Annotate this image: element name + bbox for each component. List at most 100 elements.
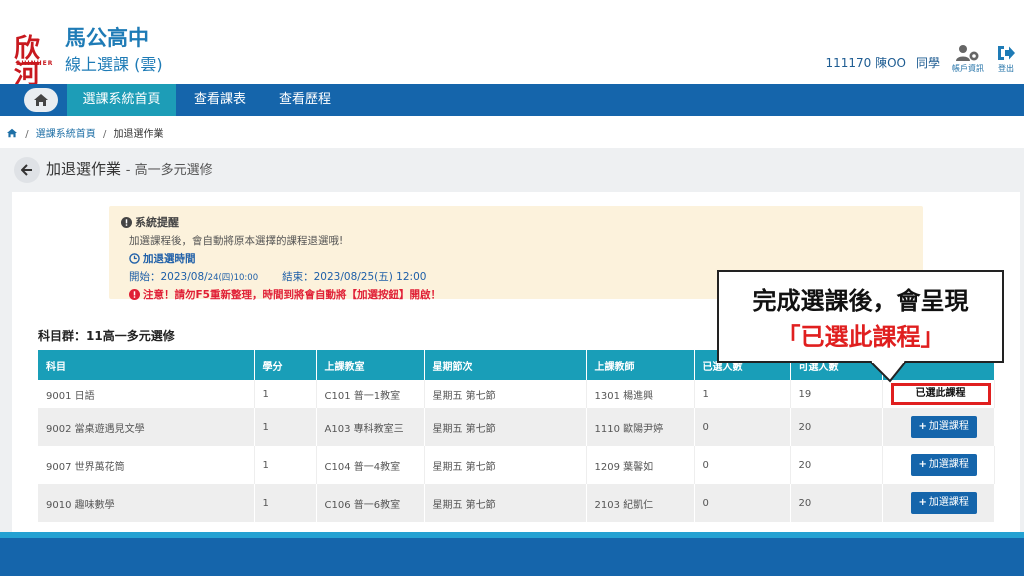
cell-action: + 加選課程 [882, 484, 995, 522]
nav-course-home[interactable]: 選課系統首頁 [67, 84, 176, 116]
add-course-button[interactable]: + 加選課程 [910, 492, 977, 514]
user-id-name: 111170 陳OO [825, 56, 906, 70]
notice-time-heading-row: 加退選時間 [129, 250, 923, 268]
cell-selected-count: 0 [694, 408, 791, 446]
col-header-teacher[interactable]: 上課教師 [586, 350, 695, 380]
cell-room: C101 普一1教室 [316, 380, 425, 408]
page-title: 加退選作業 - 高一多元選修 [46, 158, 213, 182]
cell-period: 星期五 第七節 [424, 446, 587, 484]
cell-credit: 1 [254, 446, 317, 484]
subject-group-label: 科目群：11高一多元選修 [38, 329, 175, 343]
callout-annotation: 完成選課後，會呈現 「已選此課程」 [717, 270, 1004, 363]
notice-line1: 加選課程後，會自動將原本選擇的課程退選哦! [129, 235, 344, 247]
add-course-label: 加選課程 [928, 497, 969, 508]
cell-capacity: 20 [790, 484, 883, 522]
table-row: 9007 世界萬花筒 1 C104 普一4教室 星期五 第七節 1209 葉馨如… [38, 446, 995, 484]
sign-out-icon [998, 46, 1015, 60]
cell-capacity: 19 [790, 380, 883, 408]
logo-subtext: SHINHER [16, 60, 54, 67]
cell-credit: 1 [254, 380, 317, 408]
cell-selected-count: 0 [694, 484, 791, 522]
home-icon [34, 94, 48, 106]
notice-warning: 注意！請勿F5重新整理，時間到將會自動將【加選按鈕】開啟！ [143, 289, 441, 301]
cell-teacher: 1209 葉馨如 [586, 446, 695, 484]
nav-view-history[interactable]: 查看歷程 [268, 84, 342, 116]
col-header-room[interactable]: 上課教室 [316, 350, 425, 380]
account-info-label: 帳戶資訊 [952, 64, 984, 73]
notice-start-label: 開始：2023/08/ [129, 271, 208, 283]
breadcrumb-course-home[interactable]: 選課系統首頁 [36, 129, 96, 140]
notice-title-row: 系統提醒 [121, 214, 923, 232]
exclamation-circle-icon [121, 217, 132, 228]
selected-course-badge: 已選此課程 [890, 383, 991, 405]
warning-circle-icon [129, 289, 140, 300]
cell-period: 星期五 第七節 [424, 484, 587, 522]
account-info-button[interactable]: 帳戶資訊 [950, 44, 986, 80]
cell-capacity: 20 [790, 446, 883, 484]
cell-teacher: 1301 楊進興 [586, 380, 695, 408]
callout-pointer [869, 361, 907, 383]
cell-period: 星期五 第七節 [424, 380, 587, 408]
add-course-button[interactable]: + 加選課程 [910, 416, 977, 438]
shinher-logo: 欣河 SHINHER [14, 36, 60, 88]
cell-period: 星期五 第七節 [424, 408, 587, 446]
notice-time-heading: 加退選時間 [143, 253, 196, 265]
cell-action: 已選此課程 [882, 380, 995, 408]
cell-subject: 9001 日語 [38, 380, 255, 408]
cell-selected-count: 0 [694, 446, 791, 484]
user-role: 同學 [915, 56, 940, 70]
breadcrumb-separator: / [102, 129, 107, 140]
callout-line2: 「已選此課程」 [776, 323, 945, 351]
home-button[interactable] [24, 88, 58, 112]
breadcrumb: / 選課系統首頁 / 加退選作業 [0, 124, 1024, 146]
school-name: 馬公高中 [65, 26, 149, 50]
page-subtitle: - 高一多元選修 [125, 163, 213, 178]
logout-label: 登出 [998, 64, 1014, 73]
table-row: 9010 趣味數學 1 C106 普一6教室 星期五 第七節 2103 紀凱仁 … [38, 484, 995, 522]
breadcrumb-current: 加退選作業 [113, 129, 164, 140]
page-title-main: 加退選作業 [46, 160, 122, 178]
arrow-left-icon [21, 164, 32, 176]
col-header-credit[interactable]: 學分 [254, 350, 317, 380]
cell-credit: 1 [254, 484, 317, 522]
cell-room: A103 專科教室三 [316, 408, 425, 446]
notice-title: 系統提醒 [135, 216, 179, 229]
cell-subject: 9002 當桌遊遇見文學 [38, 408, 255, 446]
cell-credit: 1 [254, 408, 317, 446]
bottom-bar [0, 532, 1024, 576]
notice-start-small: 24(四)10:00 [207, 273, 259, 283]
cell-teacher: 1110 歐陽尹婷 [586, 408, 695, 446]
breadcrumb-separator: / [25, 129, 29, 140]
callout-line1: 完成選課後，會呈現 [752, 287, 969, 315]
add-course-label: 加選課程 [928, 421, 969, 432]
clock-icon [129, 253, 140, 264]
cell-capacity: 20 [790, 408, 883, 446]
back-button[interactable] [14, 157, 40, 183]
user-info: 111170 陳OO 同學 [825, 55, 940, 71]
nav-view-timetable[interactable]: 查看課表 [183, 84, 257, 116]
col-header-subject[interactable]: 科目 [38, 350, 255, 380]
logout-button[interactable]: 登出 [988, 44, 1024, 80]
system-name: 線上選課 (雲) [65, 55, 163, 74]
table-row: 9001 日語 1 C101 普一1教室 星期五 第七節 1301 楊進興 1 … [38, 380, 995, 408]
add-course-button[interactable]: + 加選課程 [910, 454, 977, 476]
col-header-period[interactable]: 星期節次 [424, 350, 587, 380]
plus-icon: + [918, 497, 927, 508]
cell-subject: 9010 趣味數學 [38, 484, 255, 522]
user-gear-icon [956, 45, 979, 61]
cell-action: + 加選課程 [882, 408, 995, 446]
cell-subject: 9007 世界萬花筒 [38, 446, 255, 484]
breadcrumb-home-icon[interactable] [6, 128, 18, 138]
cell-selected-count: 1 [694, 380, 791, 408]
app-header: 欣河 SHINHER 馬公高中 線上選課 (雲) 111170 陳OO 同學 帳戶… [0, 0, 1024, 88]
cell-room: C106 普一6教室 [316, 484, 425, 522]
cell-room: C104 普一4教室 [316, 446, 425, 484]
cell-action: + 加選課程 [882, 446, 995, 484]
cell-teacher: 2103 紀凱仁 [586, 484, 695, 522]
notice-end-label: 結束：2023/08/25(五) 12:00 [282, 271, 427, 283]
plus-icon: + [918, 421, 927, 432]
add-course-label: 加選課程 [928, 459, 969, 470]
plus-icon: + [918, 459, 927, 470]
table-row: 9002 當桌遊遇見文學 1 A103 專科教室三 星期五 第七節 1110 歐… [38, 408, 995, 446]
main-navbar: 選課系統首頁 查看課表 查看歷程 [0, 84, 1024, 116]
